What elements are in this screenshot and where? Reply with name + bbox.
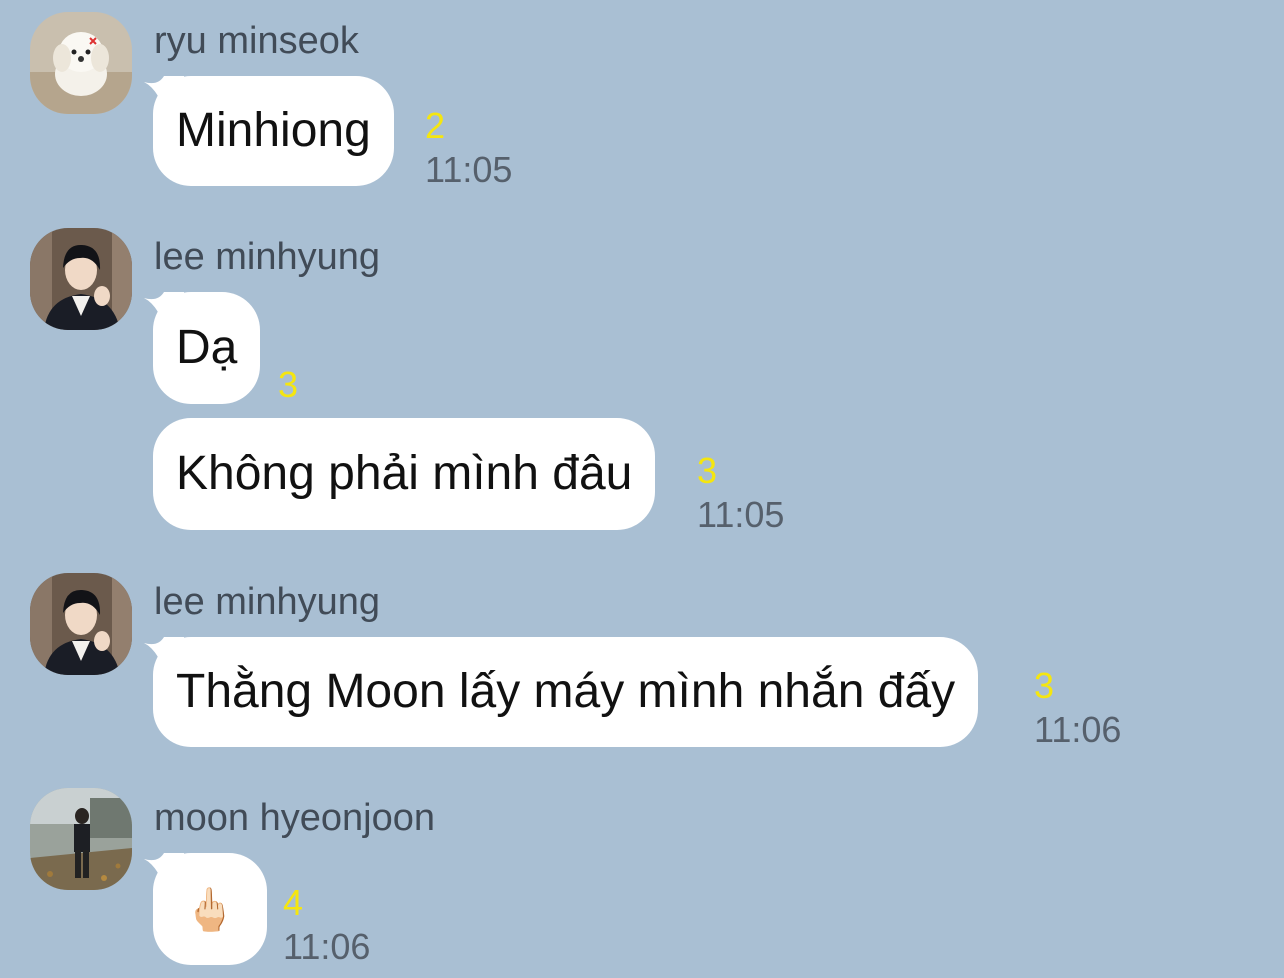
message-bubble[interactable]: Dạ [144, 292, 261, 404]
unread-count: 3 [278, 364, 299, 405]
message-time: 11:05 [425, 149, 513, 190]
lee-minhyung-avatar[interactable] [30, 228, 132, 330]
unread-count: 4 [283, 882, 304, 923]
sender-name: lee minhyung [154, 236, 381, 278]
message-text: Thằng Moon lấy máy mình nhắn đấy [176, 665, 956, 718]
sender-name: ryu minseok [154, 20, 359, 62]
lee-minhyung-avatar[interactable] [30, 573, 132, 675]
moon-hyeonjoon-avatar[interactable] [30, 788, 132, 890]
message-time: 11:06 [283, 926, 371, 967]
message-bubble[interactable]: Không phải mình đâu [153, 418, 656, 530]
message-bubble[interactable]: Thằng Moon lấy máy mình nhắn đấy [144, 637, 979, 747]
message-bubble[interactable]: 🖕🏻 [144, 853, 267, 965]
message-time: 11:06 [1034, 709, 1122, 750]
message-bubble[interactable]: Minhiong [144, 76, 394, 186]
unread-count: 3 [1034, 665, 1055, 706]
sender-name: moon hyeonjoon [154, 797, 435, 839]
message-time: 11:05 [697, 494, 785, 535]
ryu-minseok-avatar[interactable] [30, 12, 132, 114]
unread-count: 2 [425, 105, 446, 146]
unread-count: 3 [697, 450, 718, 491]
bubble-tail-icon [144, 853, 184, 889]
emoji-message: 🖕🏻 [183, 886, 237, 933]
message-text: Không phải mình đâu [176, 447, 633, 500]
sender-name: lee minhyung [154, 581, 381, 623]
message-text: Dạ [176, 321, 238, 374]
message-text: Minhiong [176, 104, 371, 157]
